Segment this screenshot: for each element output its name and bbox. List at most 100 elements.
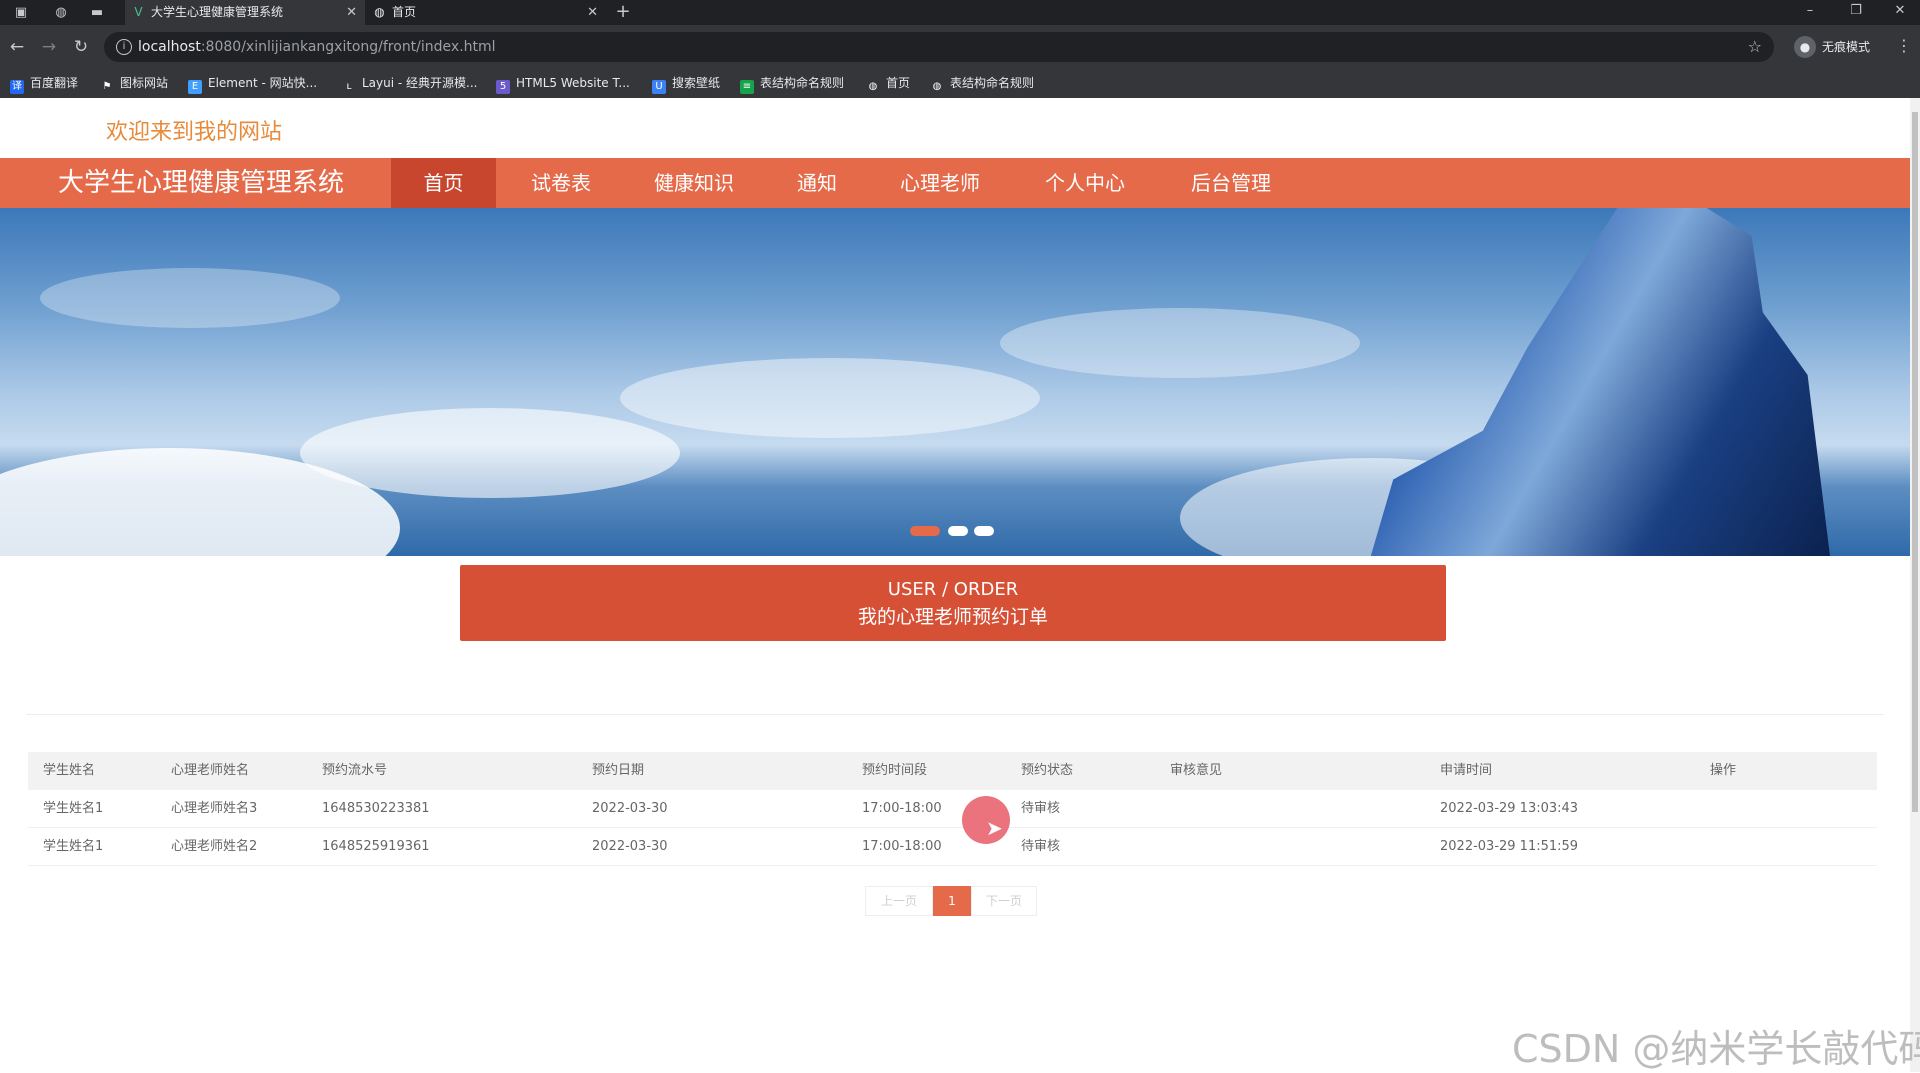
minimize-icon[interactable]: –: [1790, 0, 1830, 25]
prev-page-button[interactable]: 上一页: [865, 886, 933, 916]
scrollbar-thumb[interactable]: [1912, 112, 1918, 812]
orders-table: 学生姓名 心理老师姓名 预约流水号 预约日期 预约时间段 预约状态 审核意见 申…: [28, 752, 1877, 866]
cell-status: 待审核: [1021, 801, 1061, 816]
banner-carousel[interactable]: [0, 208, 1910, 556]
banner-cloud: [40, 268, 340, 328]
col-header: 预约流水号: [322, 763, 388, 778]
col-header: 预约日期: [592, 763, 645, 778]
carousel-dot[interactable]: [948, 526, 968, 536]
translate-icon: 译: [10, 80, 24, 94]
incognito-label: 无痕模式: [1822, 40, 1871, 54]
bookmark-item[interactable]: U 搜索壁纸: [652, 69, 720, 98]
nav-item-home[interactable]: 首页: [391, 158, 496, 208]
nav-item-exam[interactable]: 试卷表: [510, 158, 612, 208]
cell-timeslot: 17:00-18:00: [862, 801, 942, 816]
reload-icon[interactable]: ↻: [70, 36, 92, 58]
bookmark-star-icon[interactable]: ☆: [1748, 37, 1762, 56]
window-menu-icon[interactable]: ▣: [12, 3, 30, 21]
watermark: CSDN @纳米学长敲代码: [1512, 1027, 1920, 1071]
main-navbar: 大学生心理健康管理系统 首页 试卷表 健康知识 通知 心理老师 个人中心 后台管…: [0, 158, 1910, 208]
close-window-icon[interactable]: ✕: [1880, 0, 1920, 25]
col-header: 审核意见: [1170, 763, 1223, 778]
nav-item-admin[interactable]: 后台管理: [1172, 158, 1290, 208]
bookmark-item[interactable]: 5 HTML5 Website T...: [496, 69, 630, 98]
nav-item-profile[interactable]: 个人中心: [1026, 158, 1144, 208]
col-header: 心理老师姓名: [171, 763, 250, 778]
incognito-icon: ●: [1794, 35, 1816, 58]
carousel-dot[interactable]: [974, 526, 994, 536]
cell-date: 2022-03-30: [592, 839, 668, 854]
cell-student: 学生姓名1: [43, 839, 104, 854]
section-header: USER / ORDER 我的心理老师预约订单: [460, 565, 1446, 641]
cell-date: 2022-03-30: [592, 801, 668, 816]
vue-icon: V: [134, 5, 143, 19]
pinned-tab-globe-icon[interactable]: ◍: [52, 3, 70, 21]
col-header: 预约状态: [1021, 763, 1074, 778]
divider: [26, 714, 1884, 715]
table-row[interactable]: 学生姓名1 心理老师姓名3 1648530223381 2022-03-30 1…: [28, 790, 1877, 828]
tab-home[interactable]: ◍ 首页 ✕: [366, 0, 606, 25]
nav-item-notice[interactable]: 通知: [778, 158, 856, 208]
browser-menu-icon[interactable]: ⋮: [1896, 36, 1912, 55]
cell-applied-at: 2022-03-29 13:03:43: [1440, 801, 1579, 816]
cell-teacher: 心理老师姓名2: [171, 839, 258, 854]
col-header: 操作: [1710, 763, 1737, 778]
sheet-icon: ≡: [740, 80, 754, 94]
bookmarks-bar: 译百度翻译 ⚑ 图标网站 E Element - 网站快... ʟ Layui - 经…: [0, 69, 1920, 98]
site-brand[interactable]: 大学生心理健康管理系统: [58, 158, 344, 208]
browser-chrome: ▣ ◍ ▬ V 大学生心理健康管理系统 ✕ ◍ 首页 ✕ + – ❐ ✕ ← →…: [0, 0, 1920, 98]
tab-title: 首页: [392, 5, 417, 19]
nav-item-knowledge[interactable]: 健康知识: [636, 158, 752, 208]
close-icon[interactable]: ✕: [587, 0, 598, 25]
cell-student: 学生姓名1: [43, 801, 104, 816]
next-page-button[interactable]: 下一页: [971, 886, 1037, 916]
address-input[interactable]: i localhost:8080/xinlijiankangxitong/fro…: [104, 32, 1774, 62]
col-header: 预约时间段: [862, 763, 928, 778]
banner-cloud: [1000, 308, 1360, 378]
page-number-button[interactable]: 1: [933, 886, 971, 916]
url-text[interactable]: localhost:8080/xinlijiankangxitong/front…: [138, 32, 496, 62]
back-icon[interactable]: ←: [6, 36, 28, 58]
nav-item-teacher[interactable]: 心理老师: [882, 158, 998, 208]
cell-applied-at: 2022-03-29 11:51:59: [1440, 839, 1579, 854]
globe-icon: ◍: [374, 5, 385, 19]
col-header: 学生姓名: [43, 763, 96, 778]
table-row[interactable]: 学生姓名1 心理老师姓名2 1648525919361 2022-03-30 1…: [28, 828, 1877, 866]
cell-serial: 1648525919361: [322, 839, 430, 854]
tab-system[interactable]: V 大学生心理健康管理系统 ✕: [125, 0, 365, 25]
close-icon[interactable]: ✕: [346, 0, 357, 25]
bookmark-item[interactable]: E Element - 网站快...: [188, 69, 317, 98]
flag-icon: ⚑: [102, 81, 112, 92]
site-info-icon[interactable]: i: [116, 39, 132, 55]
banner-cloud: [620, 358, 1040, 438]
section-title-en: USER / ORDER: [887, 579, 1019, 600]
cell-teacher: 心理老师姓名3: [171, 801, 258, 816]
pinned-tab-page-icon[interactable]: ▬: [88, 3, 106, 21]
table-header: 学生姓名 心理老师姓名 预约流水号 预约日期 预约时间段 预约状态 审核意见 申…: [28, 752, 1877, 790]
bookmark-item[interactable]: ʟ Layui - 经典开源模...: [342, 69, 477, 98]
tab-strip: ▣ ◍ ▬ V 大学生心理健康管理系统 ✕ ◍ 首页 ✕ + – ❐ ✕: [0, 0, 1920, 25]
incognito-badge[interactable]: ● 无痕模式: [1794, 32, 1870, 62]
mouse-pointer-icon: ➤: [986, 816, 1003, 840]
bookmark-item[interactable]: ⚑ 图标网站: [100, 69, 169, 98]
cell-serial: 1648530223381: [322, 801, 430, 816]
address-bar-row: ← → ↻ i localhost:8080/xinlijiankangxito…: [0, 25, 1920, 69]
bookmark-item[interactable]: ◍ 首页: [866, 69, 910, 98]
col-header: 申请时间: [1440, 763, 1493, 778]
tab-title: 大学生心理健康管理系统: [151, 5, 284, 19]
globe-icon: ◍: [868, 81, 878, 92]
element-icon: E: [188, 80, 202, 94]
carousel-dot[interactable]: [910, 526, 940, 536]
welcome-text: 欢迎来到我的网站: [106, 120, 283, 145]
bookmark-item[interactable]: ≡ 表结构命名规则: [740, 69, 844, 98]
wallpaper-icon: U: [652, 80, 666, 94]
page-scrollbar[interactable]: [1910, 98, 1920, 1072]
bookmark-item[interactable]: 译百度翻译: [10, 69, 78, 98]
bookmark-item[interactable]: ◍ 表结构命名规则: [930, 69, 1034, 98]
new-tab-icon[interactable]: +: [612, 0, 634, 25]
forward-icon[interactable]: →: [38, 36, 60, 58]
restore-icon[interactable]: ❐: [1836, 0, 1876, 25]
banner-cloud: [300, 408, 680, 498]
globe-icon: ◍: [932, 81, 942, 92]
cell-status: 待审核: [1021, 839, 1061, 854]
